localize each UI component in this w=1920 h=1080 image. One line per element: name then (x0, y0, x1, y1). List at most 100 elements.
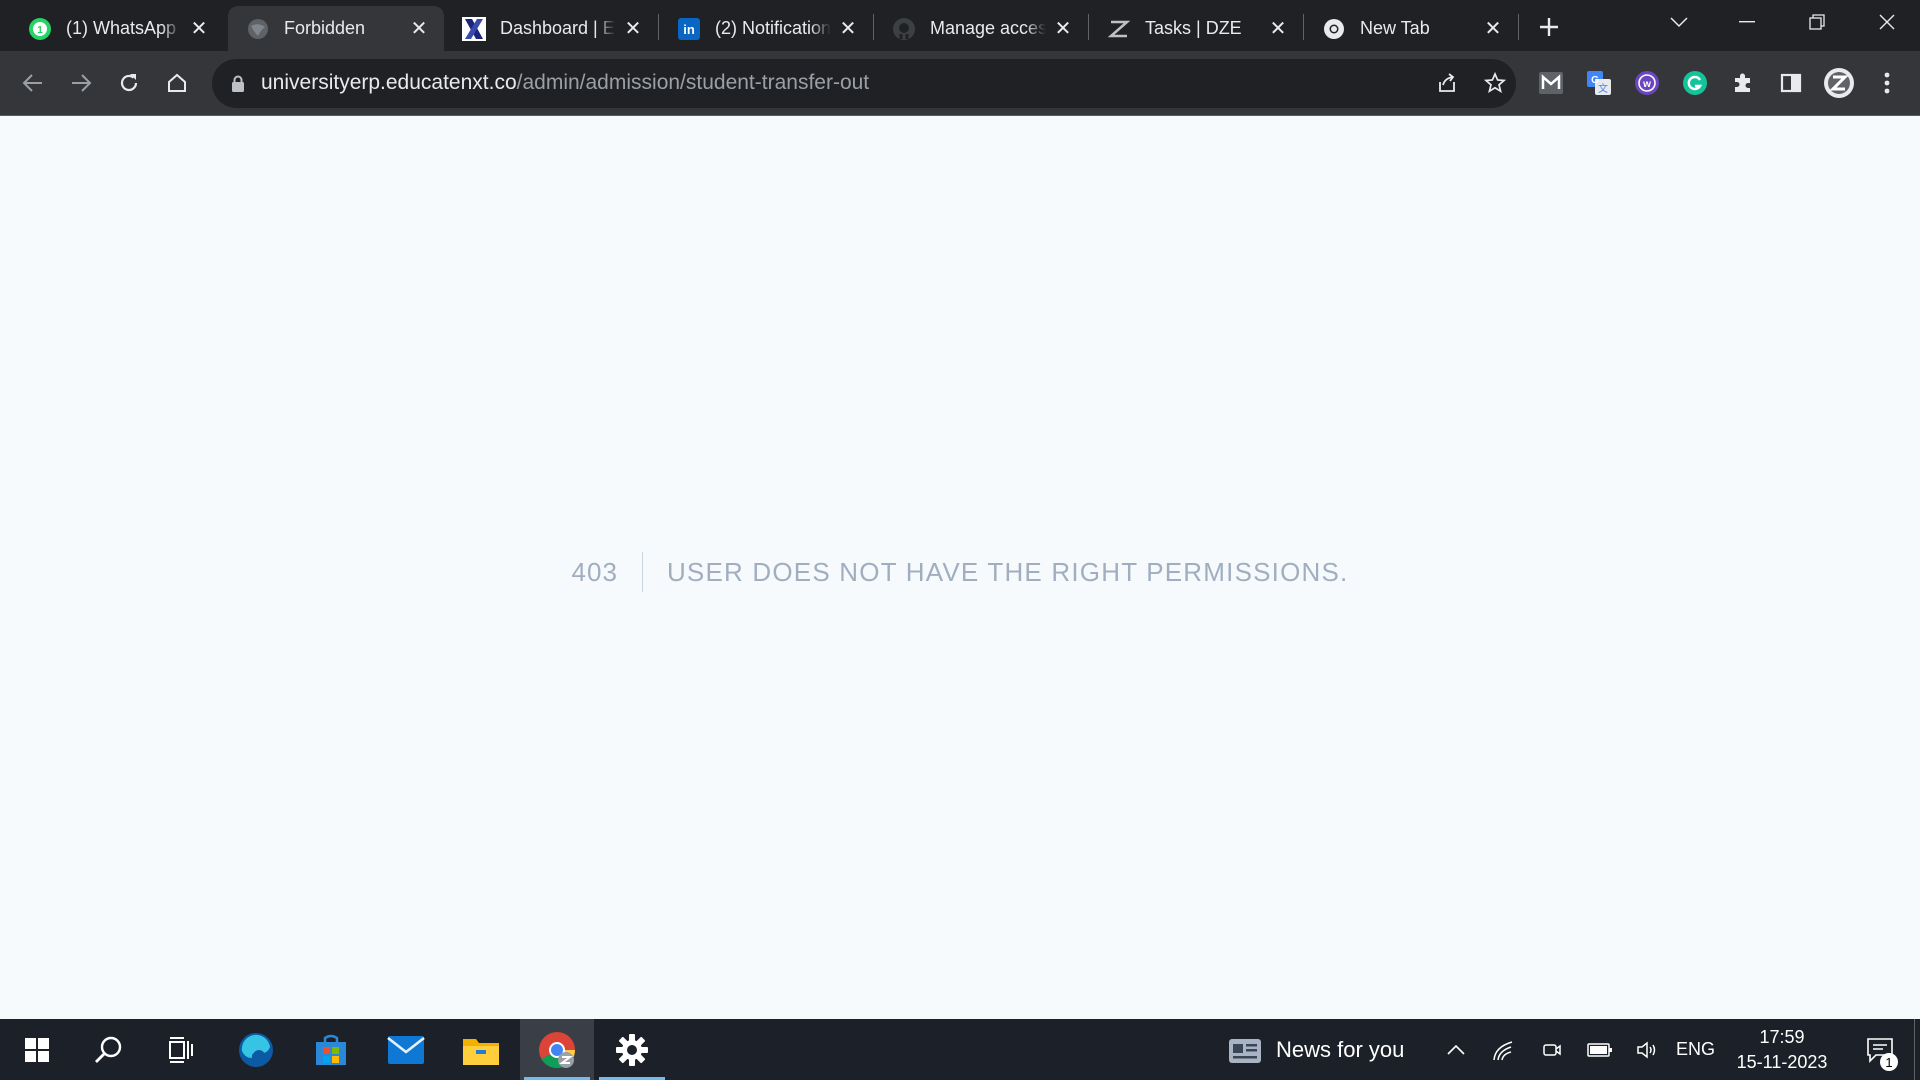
edge-icon (239, 1032, 273, 1067)
tab-new-tab[interactable]: New Tab ✕ (1304, 6, 1518, 51)
profile-button[interactable] (1820, 64, 1858, 102)
home-button[interactable] (158, 64, 196, 102)
battery-button[interactable] (1582, 1019, 1618, 1080)
svg-text:文: 文 (1598, 82, 1608, 95)
share-icon (1439, 73, 1455, 92)
clock-date: 15-11-2023 (1736, 1052, 1828, 1072)
reload-button[interactable] (110, 64, 148, 102)
gmail-extension-button[interactable] (1532, 64, 1570, 102)
purple-w-extension-icon: w (1635, 71, 1659, 95)
windows-taskbar: News for you ENG 17:59 15-11-2023 1 (0, 1019, 1920, 1080)
restore-icon (1809, 14, 1825, 30)
mail-icon (387, 1035, 425, 1064)
clock-time: 17:59 (1759, 1027, 1805, 1047)
url-host: universityerp.educatenxt.co (261, 71, 517, 94)
tab-tasks[interactable]: Tasks | DZE ✕ (1089, 6, 1303, 51)
news-widget[interactable]: News for you (1228, 1019, 1404, 1080)
browser-tab-strip: 1 (1) WhatsApp ✕ Forbidden ✕ Dashboard |… (0, 0, 1920, 51)
meet-now-icon (1543, 1043, 1561, 1056)
browser-toolbar: universityerp.educatenxt.co/admin/admiss… (0, 51, 1920, 116)
tab-title: Forbidden (284, 18, 366, 38)
home-icon (168, 73, 186, 92)
url-path: /admin/admission/student-transfer-out (516, 71, 870, 94)
arrow-right-icon (72, 74, 92, 92)
tab-title: Tasks | DZE (1145, 18, 1242, 38)
tab-forbidden[interactable]: Forbidden ✕ (228, 6, 444, 51)
star-icon (1484, 72, 1506, 93)
close-tab-icon[interactable]: ✕ (837, 18, 859, 40)
meet-now-button[interactable] (1534, 1019, 1570, 1080)
search-icon (95, 1036, 122, 1063)
back-button[interactable] (14, 64, 52, 102)
tab-search-button[interactable] (1644, 0, 1714, 44)
tab-whatsapp[interactable]: 1 (1) WhatsApp ✕ (10, 6, 224, 51)
error-code: 403 (572, 552, 643, 592)
network-button[interactable] (1486, 1019, 1522, 1080)
news-label: News for you (1276, 1036, 1405, 1062)
new-tab-button[interactable] (1530, 8, 1568, 46)
taskbar-file-explorer[interactable] (444, 1019, 518, 1080)
share-button[interactable] (1428, 64, 1466, 102)
show-desktop-button[interactable] (1914, 1019, 1915, 1080)
close-tab-icon[interactable]: ✕ (1482, 18, 1504, 40)
taskbar-settings[interactable] (595, 1019, 669, 1080)
tab-notifications[interactable]: in (2) Notifications ✕ (659, 6, 873, 51)
forward-button[interactable] (62, 64, 100, 102)
grammarly-button[interactable] (1676, 64, 1714, 102)
taskbar-chrome[interactable] (520, 1019, 594, 1080)
address-bar[interactable]: universityerp.educatenxt.co/admin/admiss… (212, 59, 1516, 108)
notification-count-badge: 1 (1880, 1053, 1898, 1071)
news-icon (1229, 1038, 1261, 1063)
tab-title: Dashboard | Ed (500, 18, 616, 38)
gmail-extension-icon (1539, 72, 1563, 94)
extensions-button[interactable] (1724, 64, 1762, 102)
tab-title: (1) WhatsApp (66, 18, 177, 38)
taskbar-mail[interactable] (369, 1019, 443, 1080)
error-message: User does not have the right permissions… (666, 557, 1349, 587)
close-tab-icon[interactable]: ✕ (1267, 18, 1289, 40)
windows-start-icon (25, 1037, 49, 1062)
bookmark-button[interactable] (1476, 64, 1514, 102)
chrome-icon (539, 1031, 575, 1068)
settings-gear-icon (616, 1033, 648, 1066)
google-translate-button[interactable]: G文 (1580, 64, 1618, 102)
taskbar-edge[interactable] (219, 1019, 293, 1080)
close-tab-icon[interactable]: ✕ (188, 18, 210, 40)
svg-text:in: in (683, 22, 695, 37)
show-hidden-icons-button[interactable] (1438, 1019, 1474, 1080)
puzzle-extensions-icon (1735, 73, 1750, 92)
side-panel-button[interactable] (1772, 64, 1810, 102)
close-window-button[interactable] (1852, 0, 1920, 44)
close-icon (1879, 14, 1895, 30)
lock-icon[interactable] (228, 73, 248, 95)
close-tab-icon[interactable]: ✕ (408, 18, 430, 40)
minimize-icon (1739, 21, 1755, 23)
tab-dashboard[interactable]: Dashboard | Ed ✕ (444, 6, 658, 51)
svg-text:1: 1 (37, 25, 43, 36)
tab-title: (2) Notifications (715, 18, 831, 38)
action-center-button[interactable]: 1 (1852, 1019, 1908, 1080)
whatsapp-icon: 1 (28, 17, 52, 41)
tab-manage-access[interactable]: Manage access ✕ (874, 6, 1088, 51)
volume-button[interactable] (1630, 1019, 1666, 1080)
taskbar-store[interactable] (294, 1019, 368, 1080)
url-text[interactable]: universityerp.educatenxt.co/admin/admiss… (261, 71, 869, 95)
restore-button[interactable] (1782, 0, 1852, 44)
close-tab-icon[interactable]: ✕ (622, 18, 644, 40)
linkedin-icon: in (677, 17, 701, 41)
z-logo-icon (1107, 17, 1131, 41)
close-tab-icon[interactable]: ✕ (1052, 18, 1074, 40)
search-button[interactable] (72, 1019, 146, 1080)
start-button[interactable] (0, 1019, 74, 1080)
clock[interactable]: 17:59 15-11-2023 (1732, 1025, 1832, 1075)
task-view-icon (169, 1036, 193, 1063)
arrow-left-icon (22, 74, 42, 92)
google-translate-icon: G文 (1587, 71, 1611, 95)
task-view-button[interactable] (144, 1019, 218, 1080)
minimize-button[interactable] (1712, 0, 1782, 44)
purple-w-extension-button[interactable]: w (1628, 64, 1666, 102)
language-indicator[interactable]: ENG (1676, 1019, 1715, 1080)
browser-menu-button[interactable] (1868, 64, 1906, 102)
reload-icon (120, 74, 138, 92)
network-icon (1493, 1040, 1513, 1060)
